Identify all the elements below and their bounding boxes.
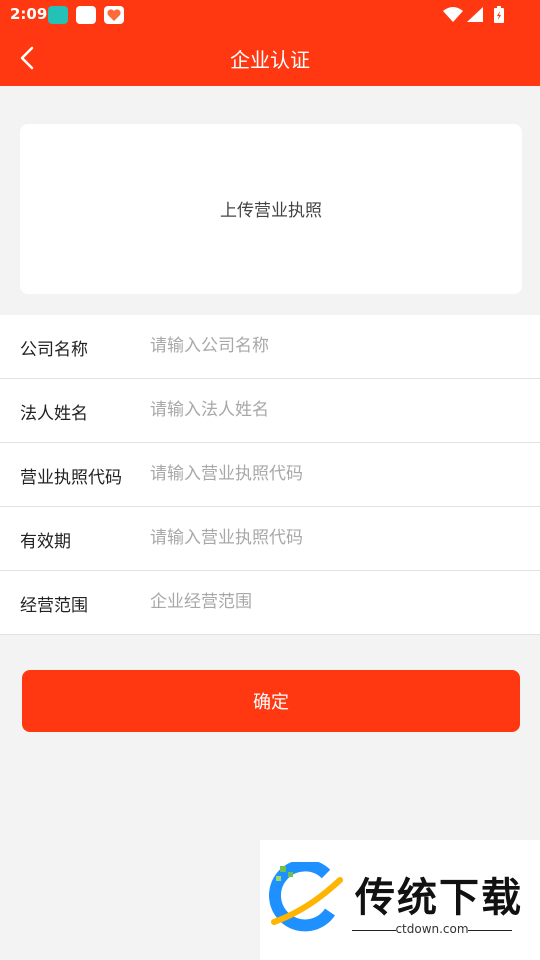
validity-input[interactable] — [150, 521, 510, 555]
watermark-divider-right — [468, 930, 512, 931]
status-right-icons — [442, 6, 512, 28]
legal-person-label: 法人姓名 — [20, 404, 88, 424]
company-form: 公司名称 法人姓名 营业执照代码 有效期 经营范围 — [0, 315, 540, 635]
license-code-input[interactable] — [150, 457, 510, 491]
status-time: 2:09 — [10, 5, 48, 23]
upload-license-label: 上传营业执照 — [220, 201, 322, 221]
app-icon-green — [48, 6, 68, 24]
top-bar: 2:09 企业认证 — [0, 0, 540, 86]
upload-license-area[interactable]: 上传营业执照 — [20, 124, 522, 294]
wifi-icon — [443, 7, 463, 22]
confirm-button[interactable]: 确定 — [22, 670, 520, 732]
company-name-row: 公司名称 — [0, 315, 540, 379]
validity-row: 有效期 — [0, 507, 540, 571]
watermark-logo-icon — [269, 862, 343, 932]
nav-bar: 企业认证 — [0, 30, 540, 86]
business-scope-row: 经营范围 — [0, 571, 540, 635]
company-name-label: 公司名称 — [20, 340, 88, 360]
watermark-brand: 传统下载 — [355, 875, 523, 921]
legal-person-row: 法人姓名 — [0, 379, 540, 443]
company-name-input[interactable] — [150, 329, 510, 363]
watermark-domain: ctdown.com — [395, 922, 469, 936]
legal-person-input[interactable] — [150, 393, 510, 427]
business-scope-label: 经营范围 — [20, 596, 88, 616]
business-scope-input[interactable] — [150, 585, 510, 619]
license-code-row: 营业执照代码 — [0, 443, 540, 507]
license-code-label: 营业执照代码 — [20, 468, 122, 488]
signal-icon — [467, 7, 483, 22]
heart-app-icon — [104, 6, 124, 24]
status-bar: 2:09 — [0, 0, 540, 30]
mail-icon — [76, 6, 96, 24]
watermark: 传统下载 ctdown.com — [260, 840, 540, 960]
validity-label: 有效期 — [20, 532, 71, 552]
page-title: 企业认证 — [230, 48, 310, 72]
